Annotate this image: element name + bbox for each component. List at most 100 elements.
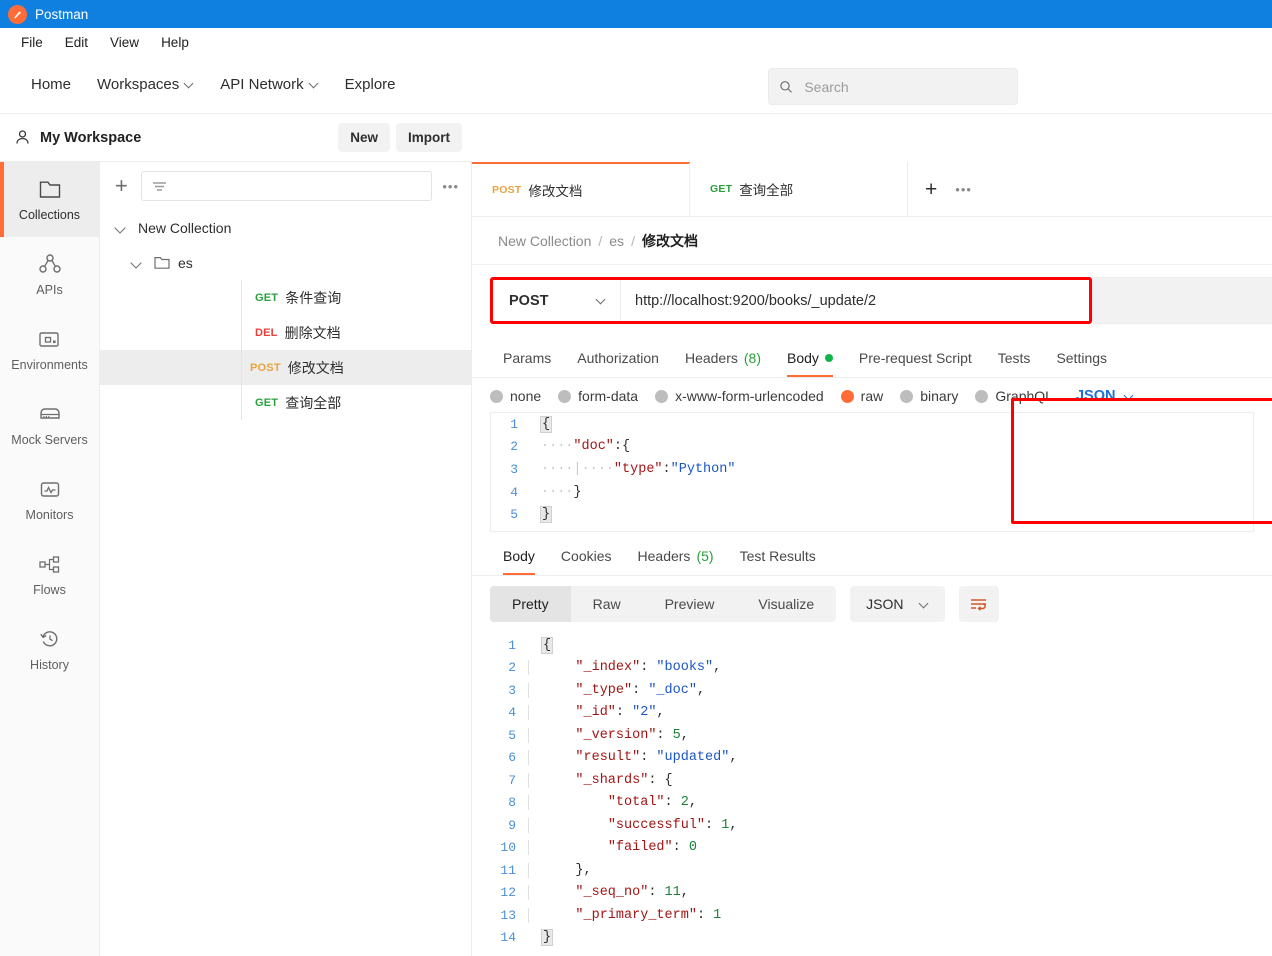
response-tab-headers[interactable]: Headers (5) — [625, 536, 727, 575]
code-text: }, — [528, 862, 592, 878]
nav-api-network[interactable]: API Network — [207, 70, 331, 99]
plus-icon[interactable]: + — [925, 179, 937, 200]
response-format-select[interactable]: JSON — [850, 586, 945, 622]
tab-查询全部[interactable]: GET 查询全部 — [690, 162, 908, 216]
tree-collection-new-collection[interactable]: New Collection — [100, 210, 471, 245]
code-text: "failed": 0 — [528, 840, 697, 856]
code-text: ····} — [541, 484, 582, 500]
response-tab-cookies[interactable]: Cookies — [548, 536, 625, 575]
code-line: 2 ····"doc":{ — [491, 436, 1253, 459]
view-pretty[interactable]: Pretty — [490, 586, 571, 622]
tab-authorization[interactable]: Authorization — [564, 338, 672, 377]
collection-name: New Collection — [138, 219, 232, 236]
code-line: 11 }, — [490, 859, 1272, 882]
folder-icon — [154, 256, 170, 270]
radio-icon — [655, 389, 669, 403]
code-line: 1 { — [490, 634, 1272, 657]
tab-params[interactable]: Params — [490, 338, 564, 377]
rail-item-mock-servers[interactable]: Mock Servers — [0, 387, 99, 462]
rail-item-flows[interactable]: Flows — [0, 537, 99, 612]
request-item-1[interactable]: DEL 删除文档 — [100, 315, 471, 350]
code-text: "_type": "_doc", — [528, 682, 705, 698]
import-button[interactable]: Import — [396, 123, 462, 152]
filter-input[interactable] — [140, 171, 433, 201]
http-method-select[interactable]: POST — [493, 280, 621, 321]
top-navigation-bar: Home Workspaces API Network Explore — [0, 56, 1272, 114]
body-type-none[interactable]: none — [490, 388, 541, 404]
chevron-down-icon — [597, 296, 606, 305]
left-rail: Collections APIs Environments Mock Serve… — [0, 162, 100, 956]
search-input[interactable] — [802, 77, 1007, 96]
chevron-down-icon[interactable] — [130, 256, 144, 270]
tab-修改文档[interactable]: POST 修改文档 — [472, 162, 690, 216]
rail-item-apis[interactable]: APIs — [0, 237, 99, 312]
menu-help[interactable]: Help — [150, 33, 200, 52]
code-text: "_version": 5, — [528, 727, 689, 743]
code-line: 9 "successful": 1, — [490, 814, 1272, 837]
breadcrumb: New Collection / es / 修改文档 — [472, 217, 1272, 265]
rail-item-history[interactable]: History — [0, 612, 99, 687]
tab-tests[interactable]: Tests — [985, 338, 1044, 377]
nav-home[interactable]: Home — [18, 70, 84, 99]
radio-icon — [975, 389, 989, 403]
body-type-form-data[interactable]: form-data — [558, 388, 638, 404]
wrap-lines-button[interactable] — [958, 586, 999, 622]
url-input[interactable] — [621, 280, 1089, 321]
tab-label: 查询全部 — [739, 183, 794, 198]
tab-label: 修改文档 — [528, 184, 583, 199]
request-item-2[interactable]: POST 修改文档 — [100, 350, 471, 385]
global-search-box[interactable] — [768, 68, 1018, 105]
view-preview[interactable]: Preview — [643, 586, 737, 622]
rail-item-environments[interactable]: Environments — [0, 312, 99, 387]
request-item-3[interactable]: GET 查询全部 — [100, 385, 471, 420]
line-number: 14 — [500, 930, 516, 946]
radio-icon — [558, 389, 572, 403]
menu-view[interactable]: View — [99, 33, 150, 52]
body-type-label: x-www-form-urlencoded — [675, 388, 824, 404]
response-body-viewer[interactable]: 1 { 2 "_index": "books", 3 "_type": "_do… — [472, 628, 1272, 949]
body-type-urlencoded[interactable]: x-www-form-urlencoded — [655, 388, 824, 404]
body-format-select[interactable]: JSON — [1076, 388, 1135, 404]
body-type-binary[interactable]: binary — [900, 388, 958, 404]
tree-folder-es[interactable]: es — [100, 245, 471, 280]
send-button-area[interactable] — [1092, 277, 1272, 324]
wrap-lines-icon — [970, 598, 986, 611]
response-tab-test-results[interactable]: Test Results — [727, 536, 829, 575]
nav-explore[interactable]: Explore — [332, 70, 409, 99]
line-number: 2 — [510, 439, 518, 455]
rail-item-monitors[interactable]: Monitors — [0, 462, 99, 537]
line-number: 6 — [508, 750, 516, 766]
code-text: ····|····"type":"Python" — [541, 461, 736, 477]
tab-settings[interactable]: Settings — [1043, 338, 1120, 377]
tab-label: Test Results — [739, 547, 816, 564]
rail-item-collections[interactable]: Collections — [0, 162, 99, 237]
code-text: { — [539, 415, 553, 433]
view-raw[interactable]: Raw — [571, 586, 643, 622]
line-number: 2 — [508, 660, 516, 676]
tab-pre-request-script[interactable]: Pre-request Script — [846, 338, 985, 377]
menu-edit[interactable]: Edit — [54, 33, 99, 52]
body-type-raw[interactable]: raw — [840, 388, 884, 404]
method-badge: GET — [255, 291, 279, 304]
view-visualize[interactable]: Visualize — [736, 586, 836, 622]
request-body-editor[interactable]: 1 { 2 ····"doc":{ 3 ····|····"type":"Pyt… — [490, 412, 1254, 532]
new-button[interactable]: New — [338, 123, 390, 152]
breadcrumb-collection[interactable]: New Collection — [498, 233, 591, 249]
line-number: 4 — [510, 484, 518, 500]
body-type-graphql[interactable]: GraphQL — [975, 388, 1053, 404]
nav-workspaces[interactable]: Workspaces — [84, 70, 207, 99]
window-title: Postman — [35, 6, 89, 22]
menu-file[interactable]: File — [10, 33, 54, 52]
request-item-0[interactable]: GET 条件查询 — [100, 280, 471, 315]
plus-icon[interactable]: + — [112, 175, 131, 197]
breadcrumb-folder[interactable]: es — [609, 233, 624, 249]
tab-body[interactable]: Body — [774, 338, 846, 377]
response-tab-body[interactable]: Body — [490, 536, 548, 575]
tab-headers[interactable]: Headers (8) — [672, 338, 774, 377]
more-dots-icon[interactable]: ••• — [955, 182, 972, 197]
body-type-label: raw — [860, 388, 884, 404]
chevron-down-icon — [185, 80, 194, 89]
chevron-down-icon[interactable] — [114, 221, 128, 235]
more-dots-icon[interactable]: ••• — [442, 179, 459, 194]
line-number: 3 — [510, 461, 518, 477]
